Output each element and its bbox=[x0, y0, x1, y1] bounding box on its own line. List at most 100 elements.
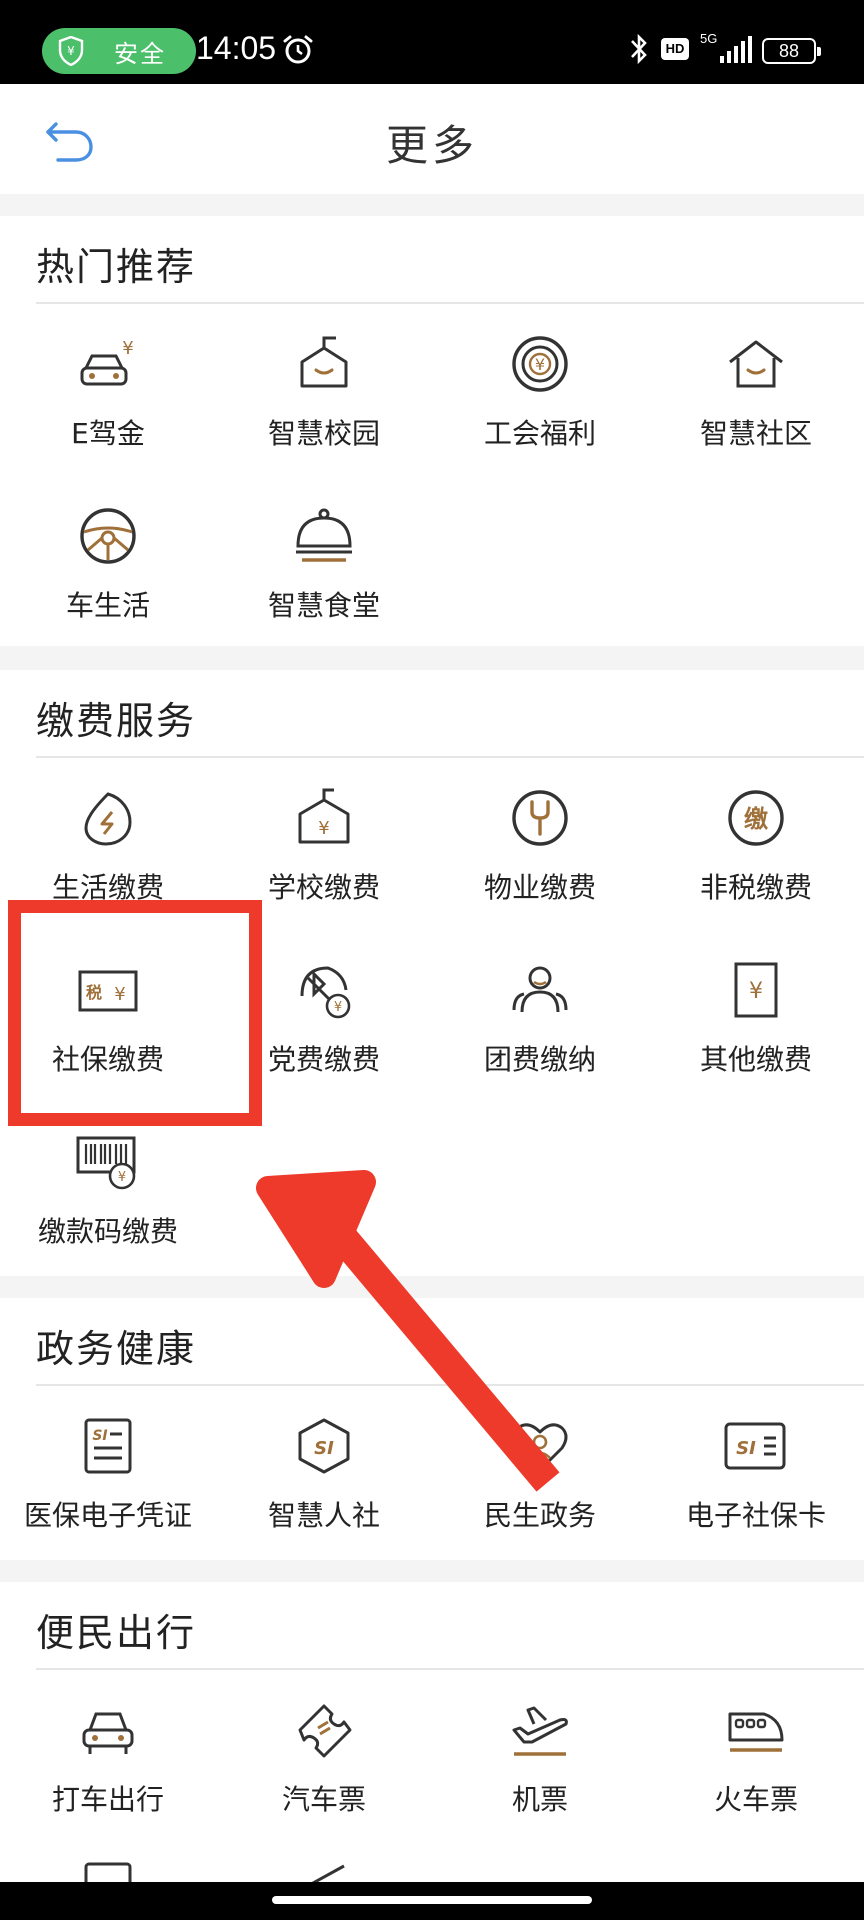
network-label: 5G bbox=[700, 31, 718, 46]
svg-text:¥: ¥ bbox=[749, 979, 763, 1004]
si-card-icon: SI bbox=[724, 1422, 786, 1470]
grid-item-train-ticket[interactable]: 火车票 bbox=[648, 1700, 864, 1860]
status-time: 14:05 bbox=[196, 30, 277, 66]
si-hexagon-icon: SI bbox=[298, 1418, 350, 1474]
car-icon bbox=[82, 1712, 134, 1754]
section-title: 政务健康 bbox=[36, 1327, 197, 1371]
people-group-icon bbox=[512, 966, 568, 1013]
item-label: 团费缴纳 bbox=[483, 1043, 596, 1076]
item-label: 医保电子凭证 bbox=[23, 1499, 192, 1532]
item-label: 电子社保卡 bbox=[685, 1499, 826, 1532]
grid-item-property-payment[interactable]: 物业缴费 bbox=[432, 788, 648, 948]
grid-item-smart-hr[interactable]: SI 智慧人社 bbox=[216, 1416, 432, 1576]
grid-item-e-jia-jin[interactable]: ¥ E驾金 bbox=[0, 334, 216, 494]
heart-person-icon bbox=[512, 1423, 568, 1472]
grid-item-bus-ticket[interactable]: 汽车票 bbox=[216, 1700, 432, 1860]
section-title: 热门推荐 bbox=[36, 245, 197, 289]
svg-text:¥: ¥ bbox=[318, 818, 329, 839]
grid-item-e-social-security-card[interactable]: SI 电子社保卡 bbox=[648, 1416, 864, 1576]
community-house-icon bbox=[729, 340, 783, 388]
car-money-icon: ¥ bbox=[80, 338, 134, 386]
security-badge[interactable]: ¥ 安全 bbox=[42, 28, 196, 74]
item-label: 缴款码缴费 bbox=[37, 1215, 178, 1248]
airplane-icon bbox=[512, 1706, 568, 1756]
section-hot-recommend: 热门推荐 ¥ E驾金 智慧校园 ¥ 工会福利 智慧社区 车生活 智慧食堂 bbox=[0, 216, 864, 646]
item-label: 物业缴费 bbox=[483, 871, 596, 904]
si-glyph: SI bbox=[314, 1438, 334, 1459]
svg-text:¥: ¥ bbox=[334, 1000, 342, 1015]
section-title: 缴费服务 bbox=[36, 699, 197, 743]
svg-text:¥: ¥ bbox=[122, 338, 133, 359]
grid-item-partial[interactable] bbox=[0, 1858, 216, 1882]
grid-item-payment-code[interactable]: ¥ 缴款码缴费 bbox=[0, 1132, 216, 1292]
grid-item-union-welfare[interactable]: ¥ 工会福利 bbox=[432, 334, 648, 494]
item-label: 汽车票 bbox=[281, 1783, 366, 1816]
section-divider bbox=[36, 1384, 864, 1386]
non-tax-icon: 缴 bbox=[728, 790, 784, 846]
grid-item-taxi[interactable]: 打车出行 bbox=[0, 1700, 216, 1860]
item-label: 机票 bbox=[511, 1783, 568, 1816]
non-tax-glyph: 缴 bbox=[744, 805, 769, 833]
item-label: E驾金 bbox=[71, 417, 145, 450]
section-divider bbox=[36, 1668, 864, 1670]
partial-icon bbox=[84, 1862, 132, 1882]
svg-text:¥: ¥ bbox=[67, 44, 75, 58]
item-label: 智慧人社 bbox=[267, 1499, 380, 1532]
shield-icon: ¥ bbox=[58, 36, 84, 66]
grid-item-partial[interactable] bbox=[216, 1858, 432, 1882]
grid-item-flight-ticket[interactable]: 机票 bbox=[432, 1700, 648, 1860]
alarm-icon bbox=[283, 35, 313, 64]
wrench-icon bbox=[512, 790, 568, 846]
steering-wheel-icon bbox=[80, 508, 136, 564]
grid-item-medical-insurance-voucher[interactable]: SI 医保电子凭证 bbox=[0, 1416, 216, 1576]
item-label: 民生政务 bbox=[483, 1499, 596, 1532]
party-emblem-icon: ¥ bbox=[300, 966, 351, 1019]
grid-item-league-fee[interactable]: 团费缴纳 bbox=[432, 960, 648, 1120]
grid-item-non-tax-payment[interactable]: 缴 非税缴费 bbox=[648, 788, 864, 948]
si-glyph: SI bbox=[92, 1428, 107, 1444]
section-convenient-travel: 便民出行 打车出行 汽车票 机票 火车票 bbox=[0, 1582, 864, 1882]
grid-item-other-payment[interactable]: ¥ 其他缴费 bbox=[648, 960, 864, 1120]
item-label: 智慧校园 bbox=[267, 417, 380, 450]
grid-item-smart-community[interactable]: 智慧社区 bbox=[648, 334, 864, 494]
home-indicator[interactable] bbox=[272, 1896, 592, 1904]
grid-item-smart-canteen[interactable]: 智慧食堂 bbox=[216, 506, 432, 666]
barcode-icon: ¥ bbox=[76, 1136, 136, 1190]
grid-item-car-life[interactable]: 车生活 bbox=[0, 506, 216, 666]
partial-icon bbox=[311, 1864, 345, 1882]
section-title: 便民出行 bbox=[36, 1611, 197, 1655]
svg-text:¥: ¥ bbox=[118, 1170, 126, 1185]
train-icon bbox=[728, 1712, 784, 1752]
ticket-icon bbox=[298, 1704, 352, 1758]
bluetooth-icon bbox=[631, 33, 647, 65]
utility-drop-icon bbox=[84, 792, 132, 846]
item-label: 打车出行 bbox=[51, 1783, 164, 1816]
item-label: 智慧社区 bbox=[699, 417, 812, 450]
svg-text:¥: ¥ bbox=[535, 355, 545, 374]
highlight-box bbox=[8, 900, 262, 1126]
school-house-icon bbox=[300, 336, 348, 388]
signal-icon bbox=[720, 36, 752, 63]
grid-item-smart-campus[interactable]: 智慧校园 bbox=[216, 334, 432, 494]
section-divider bbox=[36, 756, 864, 758]
item-label: 工会福利 bbox=[483, 417, 596, 450]
school-payment-icon: ¥ bbox=[298, 788, 350, 844]
item-label: 车生活 bbox=[65, 589, 150, 622]
item-label: 火车票 bbox=[713, 1783, 798, 1816]
header: 更多 bbox=[0, 84, 864, 194]
section-divider bbox=[36, 302, 864, 304]
medical-voucher-icon: SI bbox=[84, 1418, 132, 1474]
food-cloche-icon bbox=[296, 508, 352, 562]
item-label: 其他缴费 bbox=[699, 1043, 812, 1076]
item-label: 智慧食堂 bbox=[267, 589, 380, 622]
security-label: 安全 bbox=[114, 39, 166, 68]
status-bar: ¥ 安全 14:05 HD 5G 88 bbox=[0, 0, 864, 84]
battery-icon: 88 bbox=[762, 38, 821, 64]
grid-item-livelihood-affairs[interactable]: 民生政务 bbox=[432, 1416, 648, 1576]
union-badge-icon: ¥ bbox=[512, 336, 568, 392]
hd-icon: HD bbox=[661, 38, 689, 60]
document-yuan-icon: ¥ bbox=[734, 962, 778, 1018]
page-title: 更多 bbox=[385, 121, 478, 170]
item-label: 非税缴费 bbox=[699, 871, 812, 904]
section-government-health: 政务健康 SI 医保电子凭证 SI 智慧人社 民生政务 SI 电子社保卡 bbox=[0, 1298, 864, 1560]
